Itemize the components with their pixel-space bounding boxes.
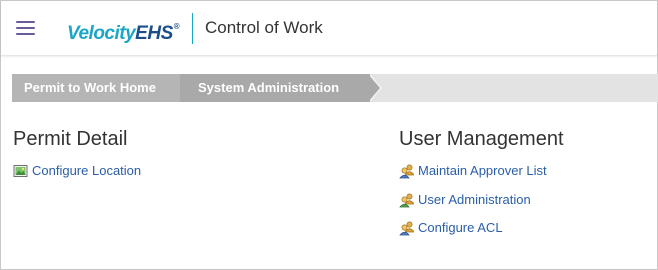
breadcrumb-system-administration[interactable]: System Administration [180, 74, 370, 102]
maintain-approver-list-label: Maintain Approver List [418, 163, 547, 178]
users-icon [399, 192, 415, 208]
breadcrumb-permit-to-work-home[interactable]: Permit to Work Home [12, 74, 180, 102]
location-map-icon [13, 163, 29, 179]
permit-detail-title: Permit Detail [13, 128, 128, 150]
configure-location-label: Configure Location [32, 163, 142, 178]
logo-text-velocity: Velocity [67, 23, 136, 44]
user-administration-label: User Administration [418, 192, 531, 207]
breadcrumb: Permit to Work Home System Administratio… [12, 74, 658, 102]
velocity-ehs-logo[interactable]: VelocityEHS® [67, 12, 180, 44]
header-divider [192, 13, 193, 44]
breadcrumb-arrow [368, 74, 380, 102]
users-icon [399, 220, 415, 236]
registered-mark: ® [173, 22, 180, 31]
configure-acl-label: Configure ACL [418, 220, 503, 235]
logo-text-ehs: EHS [135, 23, 173, 44]
app-title: Control of Work [205, 18, 323, 37]
users-icon [399, 163, 415, 179]
hamburger-menu-icon[interactable] [16, 21, 36, 36]
user-management-title: User Management [399, 128, 564, 150]
app-header: VelocityEHS® Control of Work [1, 1, 657, 56]
